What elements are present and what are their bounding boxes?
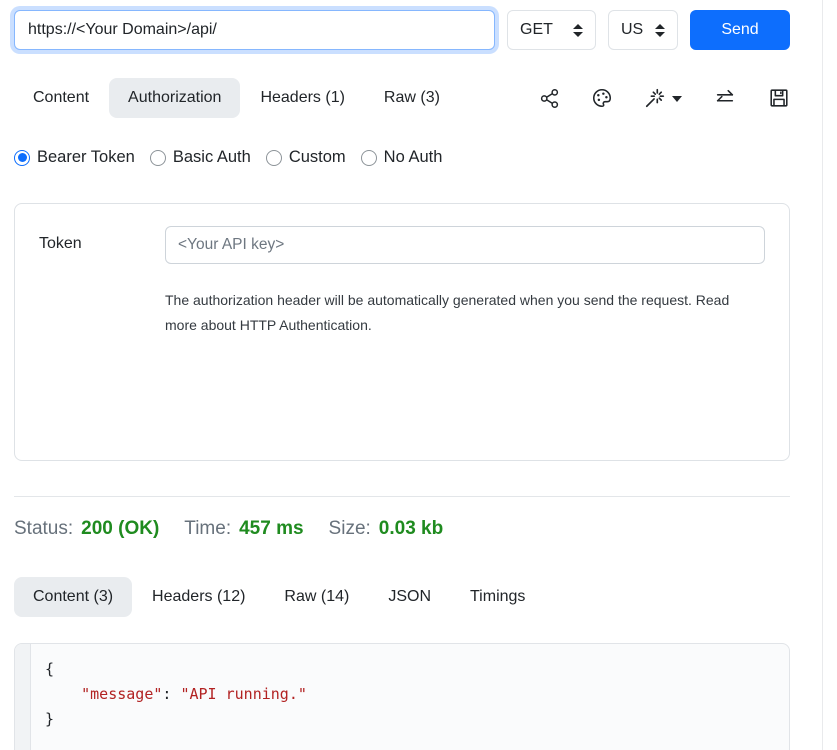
radio-label: No Auth	[384, 148, 443, 167]
code-gutter	[15, 644, 31, 750]
size-value: 0.03 kb	[379, 518, 443, 539]
response-json: { "message": "API running." }	[31, 644, 789, 750]
radio-bearer-token[interactable]: Bearer Token	[14, 148, 135, 167]
resp-tab-raw[interactable]: Raw (14)	[265, 577, 368, 617]
toolbar-icon-group	[539, 87, 790, 109]
radio-selected-icon	[14, 150, 30, 166]
url-input[interactable]	[14, 10, 495, 50]
radio-label: Bearer Token	[37, 148, 135, 167]
size-label: Size:	[329, 518, 371, 539]
radio-unselected-icon	[266, 150, 282, 166]
token-label: Token	[39, 226, 165, 460]
json-close-brace: }	[45, 710, 54, 728]
resp-tab-timings[interactable]: Timings	[451, 577, 544, 617]
time-label: Time:	[184, 518, 231, 539]
radio-unselected-icon	[150, 150, 166, 166]
authorization-panel: Token The authorization header will be a…	[14, 203, 790, 461]
save-icon[interactable]	[768, 87, 790, 109]
status-value: 200 (OK)	[81, 518, 159, 539]
resp-tab-json[interactable]: JSON	[369, 577, 450, 617]
token-input[interactable]	[165, 226, 765, 264]
method-select[interactable]: GET	[507, 10, 596, 50]
tab-headers[interactable]: Headers (1)	[241, 78, 363, 118]
radio-label: Basic Auth	[173, 148, 251, 167]
json-separator: :	[162, 685, 180, 703]
response-body-panel: { "message": "API running." }	[14, 643, 790, 750]
json-key: "message"	[81, 685, 162, 703]
status-label: Status:	[14, 518, 73, 539]
response-status-row: Status: 200 (OK) Time: 457 ms Size: 0.03 kb	[14, 518, 790, 540]
page-right-divider	[822, 0, 823, 750]
tab-content[interactable]: Content	[14, 78, 108, 118]
request-bar: GET US Send	[14, 10, 790, 50]
section-divider	[14, 496, 790, 497]
auth-helper-text: The authorization header will be automat…	[165, 288, 751, 338]
auth-type-options: Bearer Token Basic Auth Custom No Auth	[14, 148, 790, 167]
json-open-brace: {	[45, 660, 54, 678]
region-select-value: US	[621, 21, 643, 39]
select-updown-icon	[655, 24, 665, 37]
time-value: 457 ms	[239, 518, 303, 539]
radio-no-auth[interactable]: No Auth	[361, 148, 443, 167]
api-tester-page: GET US Send Content Authorization Header…	[0, 0, 837, 750]
swap-arrows-icon[interactable]	[713, 87, 737, 109]
send-button[interactable]: Send	[690, 10, 790, 50]
request-tabs-row: Content Authorization Headers (1) Raw (3…	[14, 78, 790, 118]
select-updown-icon	[573, 24, 583, 37]
palette-icon[interactable]	[591, 87, 613, 109]
share-icon[interactable]	[539, 88, 560, 109]
response-tabs-row: Content (3) Headers (12) Raw (14) JSON T…	[14, 577, 790, 617]
radio-label: Custom	[289, 148, 346, 167]
radio-custom[interactable]: Custom	[266, 148, 346, 167]
radio-basic-auth[interactable]: Basic Auth	[150, 148, 251, 167]
tab-raw[interactable]: Raw (3)	[365, 78, 459, 118]
resp-tab-headers[interactable]: Headers (12)	[133, 577, 264, 617]
json-indent	[45, 685, 81, 703]
radio-unselected-icon	[361, 150, 377, 166]
method-select-value: GET	[520, 21, 553, 39]
tab-authorization[interactable]: Authorization	[109, 78, 240, 118]
json-value: "API running."	[180, 685, 306, 703]
region-select[interactable]: US	[608, 10, 678, 50]
dropdown-caret-icon	[672, 96, 682, 102]
resp-tab-content[interactable]: Content (3)	[14, 577, 132, 617]
magic-wand-dropdown-icon[interactable]	[644, 87, 682, 109]
